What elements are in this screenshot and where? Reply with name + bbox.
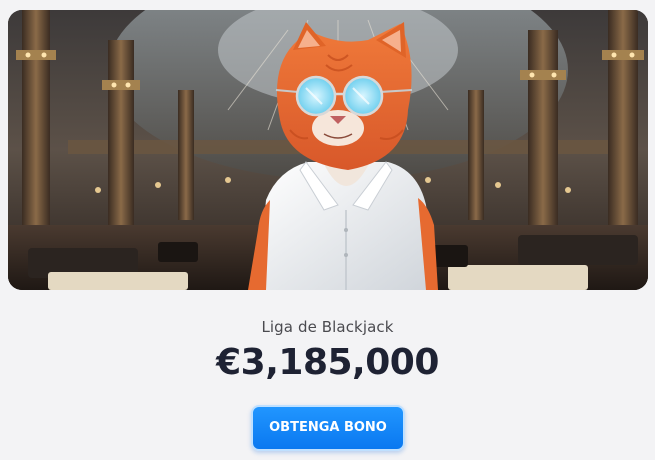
hero-banner-image <box>8 10 648 290</box>
promo-title: Liga de Blackjack <box>261 318 394 336</box>
get-bonus-button[interactable]: OBTENGA BONO <box>251 405 405 451</box>
promo-card: Liga de Blackjack €3,185,000 OBTENGA BON… <box>0 0 655 460</box>
prize-amount: €3,185,000 <box>216 342 439 383</box>
casino-cat-illustration <box>8 10 648 290</box>
